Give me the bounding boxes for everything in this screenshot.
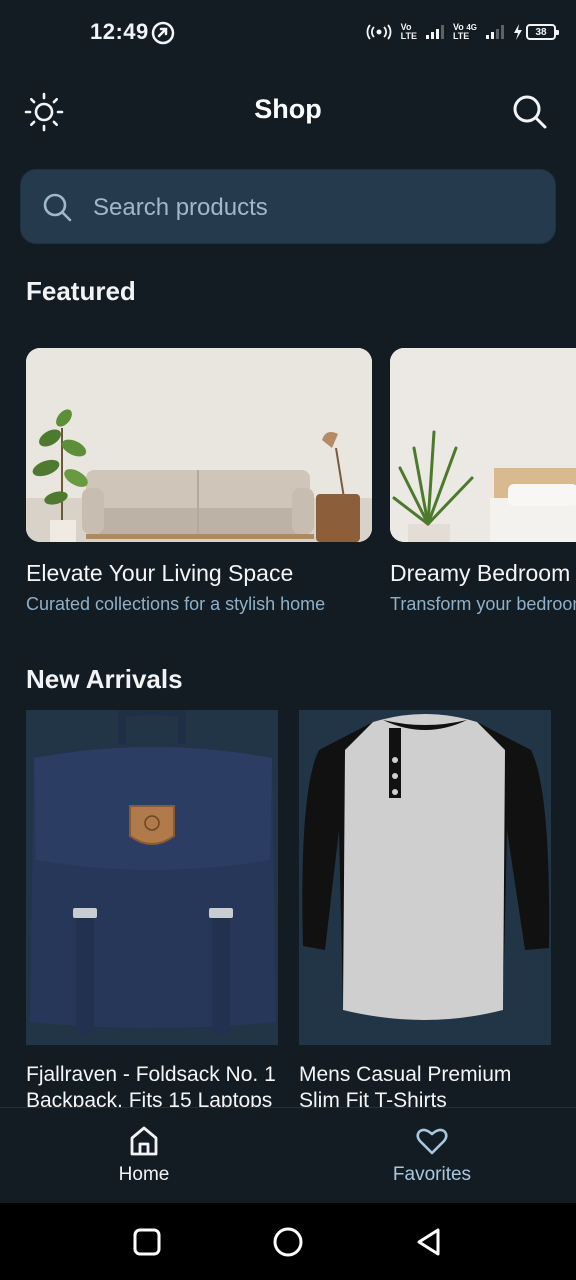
- featured-card[interactable]: Elevate Your Living Space Curated collec…: [26, 348, 372, 615]
- featured-card-title: Elevate Your Living Space: [26, 560, 294, 586]
- sim2-signal-icon: [486, 25, 504, 39]
- featured-card-subtitle: Curated collections for a stylish home: [26, 594, 326, 614]
- charging-bolt-icon: [514, 24, 522, 40]
- featured-carousel[interactable]: Elevate Your Living Space Curated collec…: [26, 348, 576, 628]
- bottom-navigation: Home Favorites: [0, 1107, 576, 1203]
- page-title: Shop: [254, 94, 322, 124]
- product-card[interactable]: Fjallraven - Foldsack No. 1 Backpack, Fi…: [26, 710, 278, 1107]
- backpack-image: [26, 710, 278, 1045]
- heart-icon: [416, 1128, 448, 1155]
- product-card[interactable]: Mens Casual Premium Slim Fit T-Shirts: [299, 710, 551, 1107]
- search-placeholder: Search products: [93, 194, 268, 221]
- featured-card-title: Dreamy Bedroom: [390, 560, 571, 586]
- new-arrivals-section-title: New Arrivals: [26, 664, 183, 694]
- nav-item-favorites[interactable]: Favorites: [288, 1108, 576, 1204]
- sim1-network-tag: Vo LTE: [400, 22, 417, 41]
- search-input[interactable]: Search products: [20, 169, 556, 244]
- nav-label-home: Home: [118, 1164, 170, 1185]
- system-navigation-bar: [0, 1203, 576, 1280]
- recent-apps-icon[interactable]: [130, 1225, 164, 1259]
- battery-icon: 38: [526, 24, 559, 40]
- new-arrivals-grid: Fjallraven - Foldsack No. 1 Backpack, Fi…: [26, 710, 576, 1107]
- hotspot-icon: [366, 24, 392, 40]
- search-icon: [513, 95, 547, 129]
- back-icon[interactable]: [412, 1225, 446, 1259]
- status-bar: 12:49 Vo LTE Vo 4G LTE 38: [0, 0, 576, 64]
- sim1-signal-icon: [425, 25, 444, 39]
- sync-status-icon: [151, 21, 175, 45]
- home-circle-icon[interactable]: [271, 1225, 305, 1259]
- nav-item-home[interactable]: Home: [0, 1108, 288, 1204]
- app-bar: Shop: [0, 80, 576, 142]
- nav-label-favorites: Favorites: [392, 1164, 472, 1185]
- featured-card-subtitle: Transform your bedroom: [390, 594, 576, 614]
- living-room-image: [26, 348, 372, 542]
- featured-section-title: Featured: [26, 276, 136, 306]
- tshirt-image: [299, 710, 551, 1045]
- product-title: Fjallraven - Foldsack No. 1 Backpack, Fi…: [26, 1063, 276, 1107]
- featured-card[interactable]: Dreamy Bedroom Transform your bedroom: [390, 348, 576, 615]
- battery-indicator: 38: [513, 24, 559, 40]
- search-button[interactable]: [508, 90, 552, 134]
- bedroom-image: [390, 348, 576, 542]
- search-field-icon: [43, 193, 72, 222]
- home-icon: [130, 1126, 158, 1156]
- status-time: 12:49: [90, 19, 149, 44]
- battery-level: 38: [535, 26, 547, 38]
- product-title: Mens Casual Premium Slim Fit T-Shirts: [299, 1063, 512, 1107]
- sim2-network-tag: Vo 4G LTE: [452, 22, 477, 41]
